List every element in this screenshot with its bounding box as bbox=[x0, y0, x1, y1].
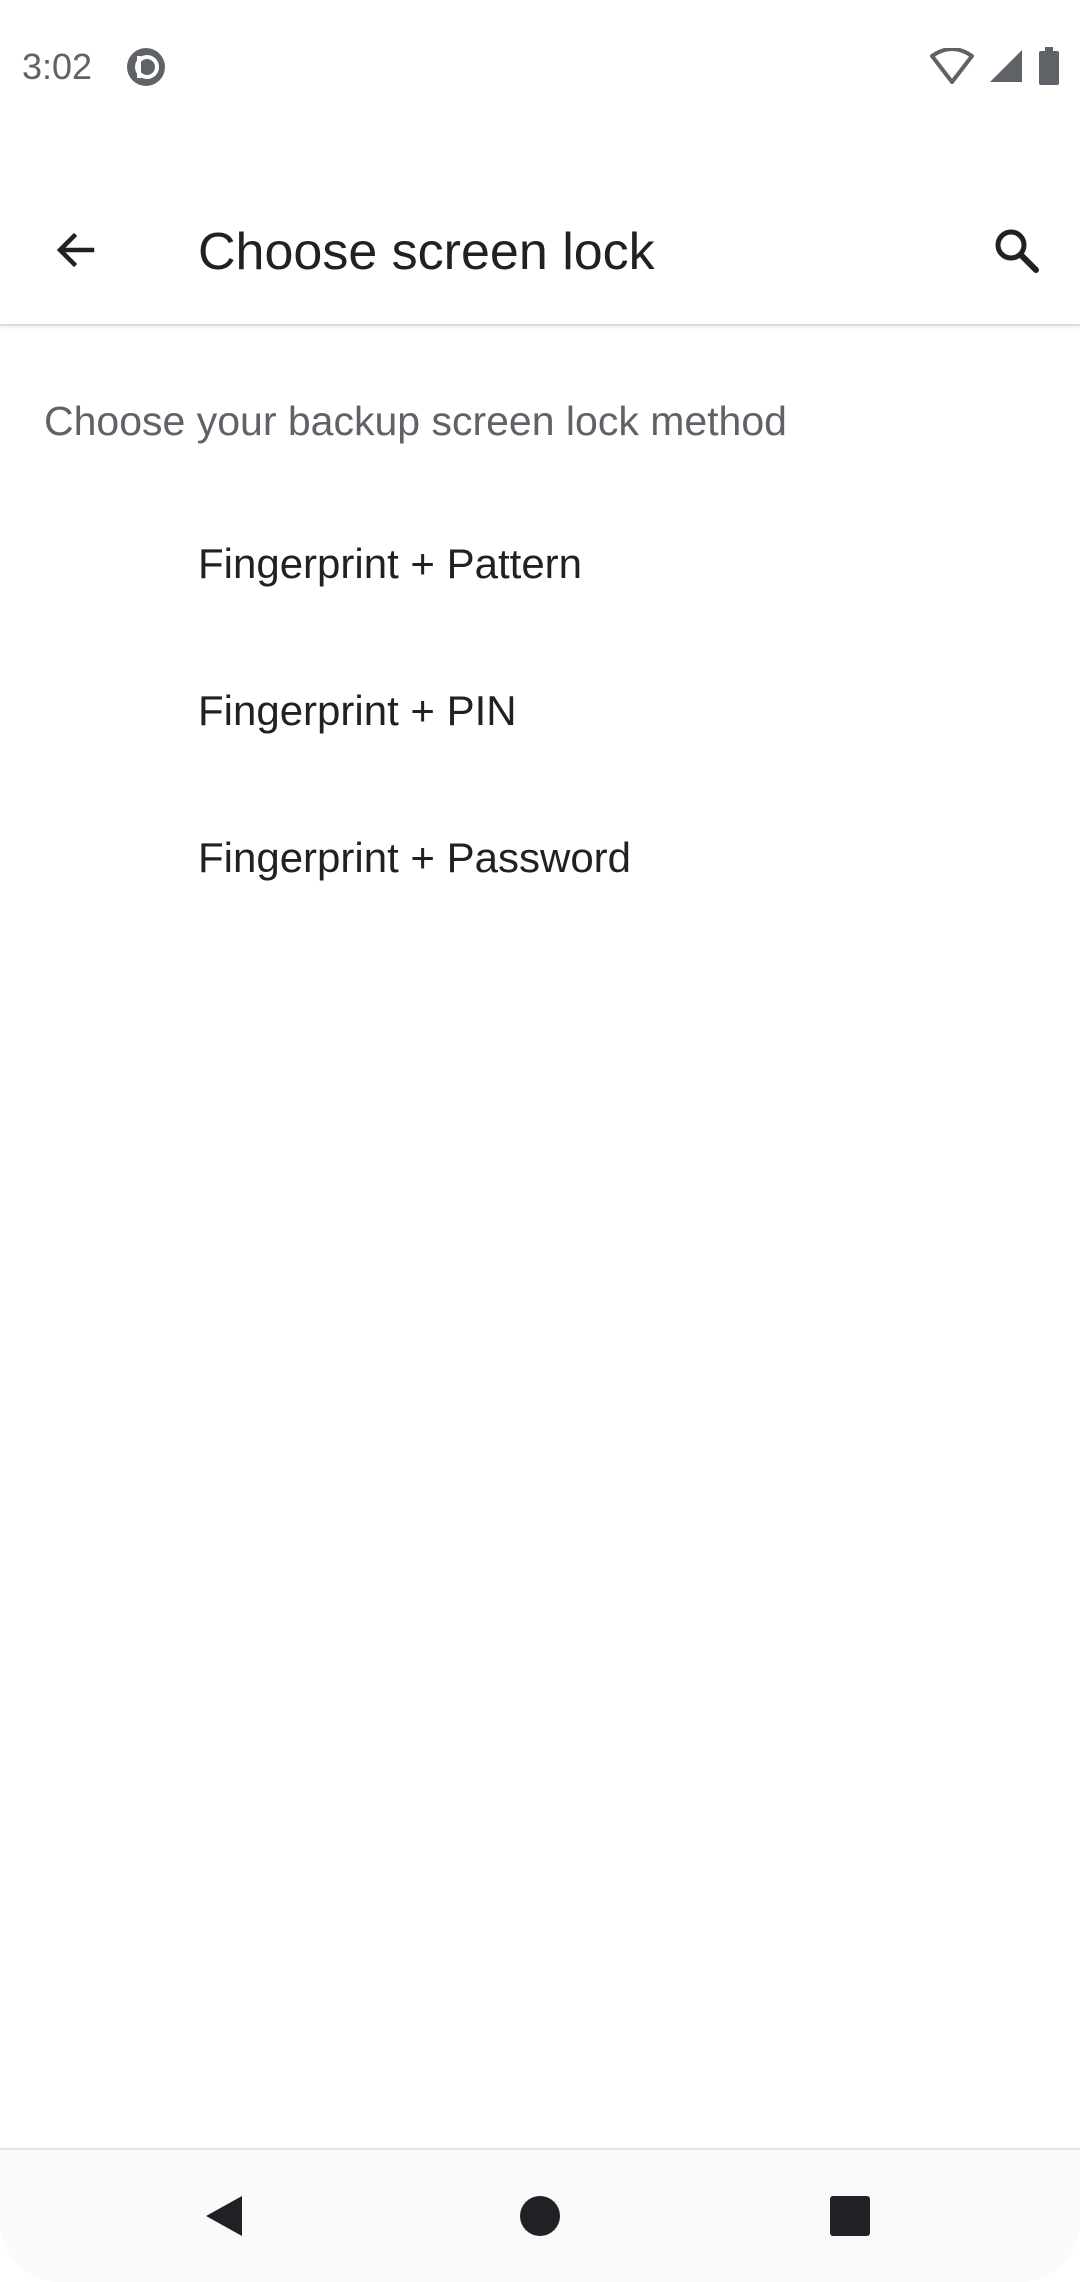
wifi-icon bbox=[930, 46, 974, 89]
section-subtitle: Choose your backup screen lock method bbox=[44, 398, 787, 444]
arrow-back-icon bbox=[52, 226, 100, 279]
status-bar: 3:02 bbox=[0, 0, 1080, 136]
nav-recents-icon bbox=[828, 2194, 872, 2243]
search-icon bbox=[992, 226, 1040, 279]
page-title: Choose screen lock bbox=[198, 223, 655, 281]
nav-home-icon bbox=[518, 2194, 562, 2243]
option-label: Fingerprint + PIN bbox=[198, 686, 517, 734]
app-bar: Choose screen lock bbox=[0, 180, 1080, 326]
option-label: Fingerprint + Pattern bbox=[198, 539, 583, 587]
battery-icon bbox=[1038, 46, 1060, 90]
navigation-bar bbox=[0, 2148, 1080, 2282]
option-label: Fingerprint + Password bbox=[198, 833, 632, 881]
lock-option-list: Fingerprint + Pattern Fingerprint + PIN … bbox=[0, 490, 1080, 931]
status-time: 3:02 bbox=[22, 46, 93, 87]
pocket-casts-icon bbox=[127, 48, 165, 86]
cellular-signal-icon bbox=[988, 48, 1024, 89]
nav-recents-button[interactable] bbox=[802, 2170, 898, 2266]
option-fingerprint-password[interactable]: Fingerprint + Password bbox=[0, 784, 1080, 931]
search-button[interactable] bbox=[976, 212, 1056, 292]
nav-home-button[interactable] bbox=[492, 2170, 588, 2266]
option-fingerprint-pattern[interactable]: Fingerprint + Pattern bbox=[0, 490, 1080, 637]
nav-back-button[interactable] bbox=[176, 2170, 272, 2266]
back-button[interactable] bbox=[36, 212, 116, 292]
option-fingerprint-pin[interactable]: Fingerprint + PIN bbox=[0, 637, 1080, 784]
nav-back-icon bbox=[202, 2192, 246, 2245]
status-icons bbox=[916, 46, 1060, 90]
